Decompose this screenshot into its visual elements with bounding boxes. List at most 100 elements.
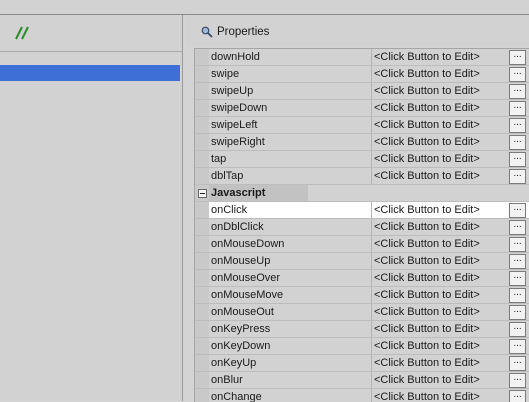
property-value[interactable]: <Click Button to Edit> [374,221,504,233]
row-gutter [195,389,209,402]
property-name: onDblClick [211,221,264,233]
edit-button[interactable]: ... [509,118,526,133]
category-name: Javascript [211,187,266,199]
property-value[interactable]: <Click Button to Edit> [374,170,504,182]
edit-button[interactable]: ... [509,169,526,184]
property-value[interactable]: <Click Button to Edit> [374,51,504,63]
row-gutter [195,270,209,286]
edit-button[interactable]: ... [509,203,526,218]
property-row[interactable]: swipeDown <Click Button to Edit>... [195,100,529,117]
category-row-javascript[interactable]: Javascript [195,185,529,202]
property-name: swipeUp [211,85,254,97]
edit-button[interactable]: ... [509,135,526,150]
property-row[interactable]: onMouseOver <Click Button to Edit>... [195,270,529,287]
property-row[interactable]: dblTap <Click Button to Edit>... [195,168,529,185]
column-separator [371,355,372,371]
property-row[interactable]: onKeyDown <Click Button to Edit>... [195,338,529,355]
property-value[interactable]: <Click Button to Edit> [374,153,504,165]
properties-header: Properties [186,15,529,46]
row-gutter [195,338,209,354]
row-gutter [195,321,209,337]
property-row[interactable]: tap <Click Button to Edit>... [195,151,529,168]
edit-button[interactable]: ... [509,220,526,235]
row-gutter [195,151,209,167]
property-row[interactable]: swipeLeft <Click Button to Edit>... [195,117,529,134]
property-value[interactable]: <Click Button to Edit> [374,68,504,80]
property-name: swipeRight [211,136,265,148]
property-name: onClick [211,204,248,216]
property-row[interactable]: onBlur <Click Button to Edit>... [195,372,529,389]
property-value[interactable]: <Click Button to Edit> [374,136,504,148]
row-gutter [195,185,209,201]
property-row[interactable]: onMouseMove <Click Button to Edit>... [195,287,529,304]
column-separator [371,389,372,402]
property-value[interactable]: <Click Button to Edit> [374,289,504,301]
property-row[interactable]: swipeRight <Click Button to Edit>... [195,134,529,151]
property-name: onKeyUp [211,357,257,369]
property-value[interactable]: <Click Button to Edit> [374,391,504,402]
property-name: swipeLeft [211,119,258,131]
property-row[interactable]: downHold <Click Button to Edit>... [195,49,529,66]
edit-button[interactable]: ... [509,50,526,65]
edit-button[interactable]: ... [509,237,526,252]
column-separator [371,202,372,218]
property-row[interactable]: onKeyUp <Click Button to Edit>... [195,355,529,372]
column-separator [371,66,372,82]
row-gutter [195,117,209,133]
outline-selected-item[interactable] [0,65,180,81]
property-name: onKeyDown [211,340,271,352]
outline-divider [0,51,182,52]
edit-button[interactable]: ... [509,305,526,320]
property-name: dblTap [211,170,244,182]
edit-button[interactable]: ... [509,373,526,388]
edit-button[interactable]: ... [509,101,526,116]
properties-title: Properties [217,26,270,38]
property-row[interactable]: onMouseOut <Click Button to Edit>... [195,304,529,321]
edit-button[interactable]: ... [509,84,526,99]
property-name: onMouseUp [211,255,271,267]
edit-button[interactable]: ... [509,67,526,82]
property-row[interactable]: onClick <Click Button to Edit>... [195,202,529,219]
edit-button[interactable]: ... [509,152,526,167]
property-row[interactable]: onChange <Click Button to Edit>... [195,389,529,402]
edit-button[interactable]: ... [509,288,526,303]
property-value[interactable]: <Click Button to Edit> [374,340,504,352]
resize-grip-icon[interactable] [13,25,31,41]
property-value[interactable]: <Click Button to Edit> [374,323,504,335]
search-icon[interactable] [201,26,213,38]
edit-button[interactable]: ... [509,339,526,354]
edit-button[interactable]: ... [509,356,526,371]
edit-button[interactable]: ... [509,254,526,269]
property-name: downHold [211,51,260,63]
property-value[interactable]: <Click Button to Edit> [374,238,504,250]
property-row[interactable]: onKeyPress <Click Button to Edit>... [195,321,529,338]
column-separator [371,117,372,133]
property-name: onMouseDown [211,238,285,250]
property-value[interactable]: <Click Button to Edit> [374,374,504,386]
column-separator [371,134,372,150]
property-value[interactable]: <Click Button to Edit> [374,204,504,216]
property-value[interactable]: <Click Button to Edit> [374,255,504,267]
edit-button[interactable]: ... [509,271,526,286]
property-row[interactable]: onDblClick <Click Button to Edit>... [195,219,529,236]
row-gutter [195,287,209,303]
property-value[interactable]: <Click Button to Edit> [374,102,504,114]
property-name: onMouseOver [211,272,281,284]
edit-button[interactable]: ... [509,322,526,337]
column-separator [371,253,372,269]
property-name: swipe [211,68,240,80]
property-row[interactable]: onMouseDown <Click Button to Edit>... [195,236,529,253]
property-value[interactable]: <Click Button to Edit> [374,357,504,369]
property-row[interactable]: swipe <Click Button to Edit>... [195,66,529,83]
collapse-minus-icon[interactable] [198,189,207,198]
property-row[interactable]: swipeUp <Click Button to Edit>... [195,83,529,100]
property-value[interactable]: <Click Button to Edit> [374,272,504,284]
property-row[interactable]: onMouseUp <Click Button to Edit>... [195,253,529,270]
property-name: swipeDown [211,102,268,114]
property-value[interactable]: <Click Button to Edit> [374,119,504,131]
property-value[interactable]: <Click Button to Edit> [374,306,504,318]
column-separator [371,270,372,286]
edit-button[interactable]: ... [509,390,526,402]
property-value[interactable]: <Click Button to Edit> [374,85,504,97]
property-name: tap [211,153,227,165]
